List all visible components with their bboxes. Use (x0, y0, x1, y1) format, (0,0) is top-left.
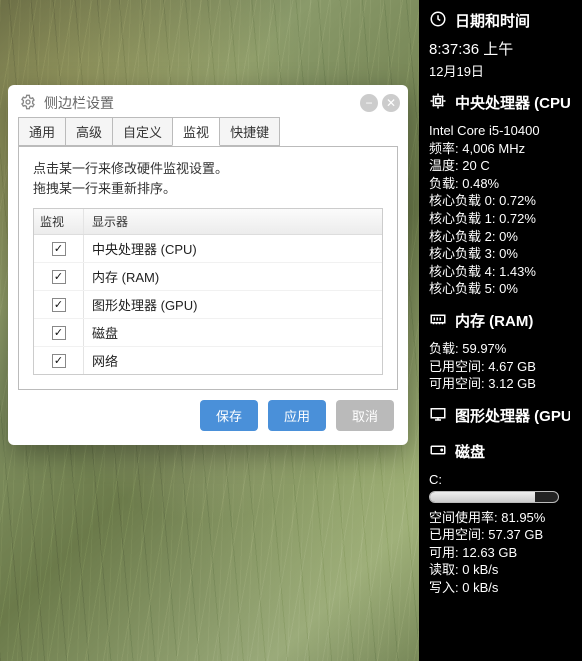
dialog-tabs: 通用 高级 自定义 监视 快捷键 (8, 117, 408, 147)
dialog-button-bar: 保存 应用 取消 (8, 390, 408, 445)
checkbox[interactable]: ✓ (52, 326, 66, 340)
list-item: 中央处理器 (CPU) (84, 235, 382, 262)
cpu-freq: 频率: 4,006 MHz (429, 140, 570, 158)
checkbox[interactable]: ✓ (52, 270, 66, 284)
ram-title: 内存 (RAM) (455, 312, 533, 332)
list-item: 内存 (RAM) (84, 263, 382, 290)
disk-usage-bar-fill (430, 492, 535, 502)
list-item: 网络 (84, 347, 382, 374)
list-item: 磁盘 (84, 319, 382, 346)
datetime-title: 日期和时间 (455, 12, 530, 32)
table-row[interactable]: ✓ 中央处理器 (CPU) (34, 235, 382, 263)
cpu-core-5: 核心负载 5: 0% (429, 280, 570, 298)
dialog-titlebar[interactable]: 侧边栏设置 − ✕ (8, 85, 408, 117)
tab-general[interactable]: 通用 (18, 117, 66, 146)
gpu-title: 图形处理器 (GPU) (455, 407, 570, 427)
save-button[interactable]: 保存 (200, 400, 258, 431)
gear-icon (20, 94, 36, 113)
disk-usage-bar (429, 491, 559, 503)
minimize-button[interactable]: − (360, 94, 378, 112)
tab-pane-monitor: 点击某一行来修改硬件监视设置。 拖拽某一行来重新排序。 监视 显示器 ✓ 中央处… (18, 146, 398, 390)
apply-button[interactable]: 应用 (268, 400, 326, 431)
ram-used: 已用空间: 4.67 GB (429, 358, 570, 376)
checkbox[interactable]: ✓ (52, 354, 66, 368)
cancel-button[interactable]: 取消 (336, 400, 394, 431)
grid-header: 监视 显示器 (34, 209, 382, 235)
dialog-title: 侧边栏设置 (44, 93, 356, 113)
disk-write: 写入: 0 kB/s (429, 579, 570, 597)
ram-icon (429, 310, 447, 334)
tab-hotkey[interactable]: 快捷键 (219, 117, 280, 146)
cpu-temp: 温度: 20 C (429, 157, 570, 175)
cpu-title: 中央处理器 (CPU) (455, 94, 570, 114)
grid-col-monitor[interactable]: 监视 (34, 209, 84, 234)
monitor-grid: 监视 显示器 ✓ 中央处理器 (CPU) ✓ 内存 (RAM) ✓ 图形处理器 … (33, 208, 383, 375)
disk-free: 可用: 12.63 GB (429, 544, 570, 562)
disk-used: 已用空间: 57.37 GB (429, 526, 570, 544)
disk-read: 读取: 0 kB/s (429, 561, 570, 579)
cpu-core-2: 核心负载 2: 0% (429, 228, 570, 246)
cpu-icon (429, 92, 447, 116)
ram-free: 可用空间: 3.12 GB (429, 375, 570, 393)
time-value: 8:37:36 上午 (429, 40, 570, 60)
clock-icon (429, 10, 447, 34)
disk-usage: 空间使用率: 81.95% (429, 509, 570, 527)
cpu-load: 负载: 0.48% (429, 175, 570, 193)
grid-col-display[interactable]: 显示器 (84, 209, 382, 234)
monitor-sidebar: 日期和时间 8:37:36 上午 12月19日 中央处理器 (CPU) Inte… (419, 0, 582, 661)
sidebar-section-cpu: 中央处理器 (CPU) Intel Core i5-10400 频率: 4,00… (429, 92, 570, 298)
table-row[interactable]: ✓ 网络 (34, 347, 382, 374)
disk-title: 磁盘 (455, 443, 485, 463)
sidebar-section-disk: 磁盘 C: 空间使用率: 81.95% 已用空间: 57.37 GB 可用: 1… (429, 441, 570, 597)
tab-custom[interactable]: 自定义 (112, 117, 173, 146)
ram-load: 负载: 59.97% (429, 340, 570, 358)
cpu-core-4: 核心负载 4: 1.43% (429, 263, 570, 281)
checkbox[interactable]: ✓ (52, 298, 66, 312)
table-row[interactable]: ✓ 内存 (RAM) (34, 263, 382, 291)
pane-help-text: 点击某一行来修改硬件监视设置。 拖拽某一行来重新排序。 (33, 159, 383, 198)
checkbox[interactable]: ✓ (52, 242, 66, 256)
close-button[interactable]: ✕ (382, 94, 400, 112)
cpu-core-1: 核心负载 1: 0.72% (429, 210, 570, 228)
list-item: 图形处理器 (GPU) (84, 291, 382, 318)
tab-advanced[interactable]: 高级 (65, 117, 113, 146)
date-value: 12月19日 (429, 63, 570, 81)
table-row[interactable]: ✓ 磁盘 (34, 319, 382, 347)
cpu-core-0: 核心负载 0: 0.72% (429, 192, 570, 210)
gpu-icon (429, 405, 447, 429)
disk-drive: C: (429, 471, 570, 489)
settings-dialog: 侧边栏设置 − ✕ 通用 高级 自定义 监视 快捷键 点击某一行来修改硬件监视设… (8, 85, 408, 445)
cpu-core-3: 核心负载 3: 0% (429, 245, 570, 263)
sidebar-section-ram: 内存 (RAM) 负载: 59.97% 已用空间: 4.67 GB 可用空间: … (429, 310, 570, 393)
disk-icon (429, 441, 447, 465)
cpu-model: Intel Core i5-10400 (429, 122, 570, 140)
sidebar-section-gpu: 图形处理器 (GPU) (429, 405, 570, 429)
table-row[interactable]: ✓ 图形处理器 (GPU) (34, 291, 382, 319)
tab-monitor[interactable]: 监视 (172, 117, 220, 146)
sidebar-section-datetime: 日期和时间 8:37:36 上午 12月19日 (429, 10, 570, 80)
